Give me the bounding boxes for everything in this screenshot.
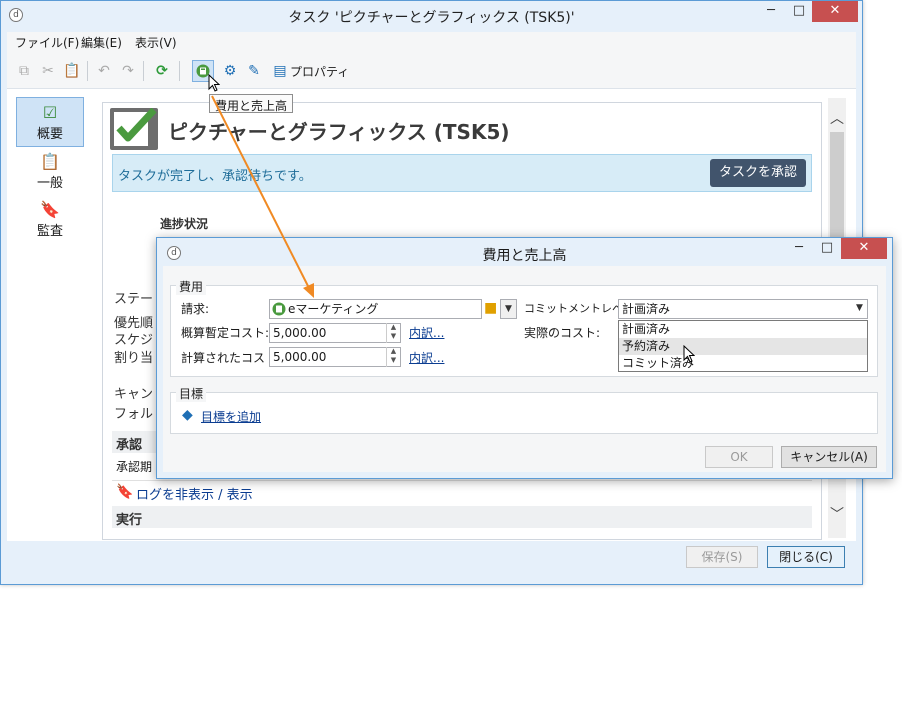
billing-value: eマーケティング [288, 302, 379, 316]
toolbar-separator [179, 61, 180, 81]
approve-task-button[interactable]: タスクを承認 [710, 159, 806, 187]
campaign-label: キャン [114, 387, 154, 402]
goals-group [170, 392, 878, 434]
status-label: ステー [114, 292, 154, 307]
task-title: ピクチャーとグラフィックス (TSK5) [168, 120, 510, 144]
checklist-icon: ☑ [42, 103, 58, 122]
minimize-button[interactable]: ─ [757, 1, 785, 22]
paste-icon[interactable]: 📋 [63, 62, 81, 80]
folder-label: フォル [114, 407, 154, 422]
billing-field[interactable]: eマーケティング [269, 299, 482, 319]
close-button[interactable]: 閉じる(C) [767, 546, 845, 568]
folder-icon[interactable]: ■ [484, 300, 497, 316]
sidebar-item-audit[interactable]: 🔖 監査 [16, 198, 84, 246]
add-goal-icon: ◆ [182, 407, 193, 423]
ok-button[interactable]: OK [705, 446, 773, 468]
checkmark-icon [114, 107, 157, 146]
settings-gear-icon[interactable]: ⚙ [221, 62, 239, 80]
clipboard-icon: 📋 [40, 152, 60, 171]
commitment-dropdown-list: 計画済み 予約済み コミット済み [618, 320, 868, 372]
add-goal-link[interactable]: 目標を追加 [201, 408, 261, 425]
dialog-close-button[interactable]: ✕ [841, 238, 887, 259]
audit-icon: 🔖 [40, 200, 60, 219]
sidebar-item-overview[interactable]: ☑ 概要 [16, 97, 84, 147]
dropdown-option[interactable]: 予約済み [619, 338, 867, 355]
undo-icon[interactable]: ↶ [95, 62, 113, 80]
toolbar-separator [143, 61, 144, 81]
task-complete-icon [110, 107, 158, 150]
sidebar-item-label: 概要 [36, 127, 63, 142]
tooltip: 費用と売上高 [209, 94, 294, 113]
toolbar: ⧉ ✂ 📋 ↶ ↷ ⟳ ⚙ ✎ ▤ プロパティ [7, 53, 856, 89]
scroll-up-icon[interactable]: ︿ [828, 108, 846, 128]
calculated-value: 5,000.00 [273, 350, 327, 364]
dialog-minimize-button[interactable]: ─ [785, 238, 813, 259]
refresh-icon[interactable]: ⟳ [153, 62, 171, 80]
calculated-field[interactable]: 5,000.00 [269, 347, 401, 367]
maximize-button[interactable]: □ [785, 1, 813, 22]
dialog-maximize-button[interactable]: □ [813, 238, 841, 259]
dropdown-option[interactable]: コミット済み [619, 355, 867, 372]
actual-cost-label: 実際のコスト: [524, 326, 601, 340]
dialog-title: 費用と売上高 [482, 248, 567, 264]
properties-icon[interactable]: ▤ [271, 62, 289, 80]
dropdown-option[interactable]: 計画済み [619, 321, 867, 338]
commitment-value: 計画済み [622, 302, 671, 316]
calculated-spinner[interactable]: ▲ ▼ [386, 347, 400, 367]
menu-bar: ファイル(F) 編集(E) 表示(V) [7, 32, 856, 53]
cost-group-label: 費用 [176, 278, 207, 295]
chevron-down-icon[interactable]: ▼ [851, 299, 868, 319]
window-title: タスク 'ピクチャーとグラフィックス (TSK5)' [288, 10, 575, 26]
billing-label: 請求: [181, 302, 210, 316]
estimate-label: 概算暫定コスト: [181, 326, 270, 340]
close-window-button[interactable]: ✕ [812, 1, 858, 22]
save-button[interactable]: 保存(S) [686, 546, 758, 568]
cancel-button[interactable]: キャンセル(A) [781, 446, 877, 468]
goals-group-label: 目標 [176, 385, 207, 402]
sidebar-item-label: 一般 [36, 176, 63, 191]
assignment-label: 割り当 [114, 351, 154, 366]
menu-file[interactable]: ファイル(F) [15, 34, 79, 51]
info-message: タスクが完了し、承認待ちです。 [118, 169, 312, 184]
estimate-value: 5,000.00 [273, 326, 327, 340]
calculated-label: 計算されたコスト: [181, 351, 282, 365]
menu-view[interactable]: 表示(V) [135, 34, 177, 51]
estimate-detail-link[interactable]: 内訳... [409, 324, 444, 341]
toggle-log-link[interactable]: ログを非表示 / 表示 [136, 484, 253, 503]
section-execution: 実行 [112, 506, 812, 528]
toolbar-separator [87, 61, 88, 81]
sidebar-item-general[interactable]: 📋 一般 [16, 150, 84, 198]
mouse-cursor-icon [208, 74, 220, 92]
calculated-detail-link[interactable]: 内訳... [409, 349, 444, 366]
schedule-label: スケジ [114, 333, 154, 348]
title-bar[interactable]: d タスク 'ピクチャーとグラフィックス (TSK5)' ─ □ ✕ [1, 1, 862, 32]
sidebar-item-label: 監査 [36, 224, 63, 239]
progress-label: 進捗状況 [160, 217, 209, 231]
properties-button[interactable]: プロパティ [290, 63, 349, 80]
copy-icon[interactable]: ⧉ [15, 62, 33, 80]
redo-icon[interactable]: ↷ [119, 62, 137, 80]
calculator-icon [272, 302, 286, 316]
estimate-field[interactable]: 5,000.00 [269, 323, 401, 343]
approval-period-label: 承認期 [116, 460, 153, 474]
estimate-spinner[interactable]: ▲ ▼ [386, 323, 400, 343]
cut-icon[interactable]: ✂ [39, 62, 57, 80]
audit-tool-icon[interactable]: ✎ [245, 62, 263, 80]
billing-dropdown-arrow[interactable]: ▼ [500, 299, 517, 319]
commitment-select[interactable]: 計画済み [618, 299, 868, 319]
divider [112, 480, 812, 481]
log-icon: 🔖 [116, 484, 134, 500]
menu-edit[interactable]: 編集(E) [81, 34, 122, 51]
mouse-cursor-icon [683, 345, 695, 363]
scroll-down-icon[interactable]: ﹀ [828, 504, 846, 524]
